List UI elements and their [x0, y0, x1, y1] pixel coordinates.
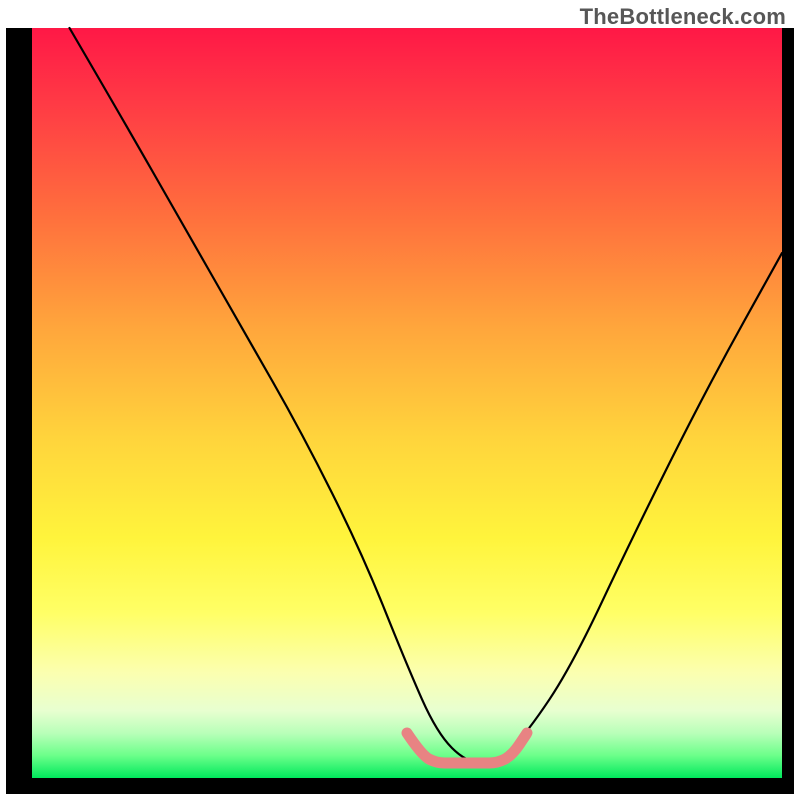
black-curve-path: [70, 28, 783, 763]
pink-trough-path: [407, 733, 527, 763]
watermark-text: TheBottleneck.com: [580, 4, 786, 30]
chart-svg: [32, 28, 782, 778]
